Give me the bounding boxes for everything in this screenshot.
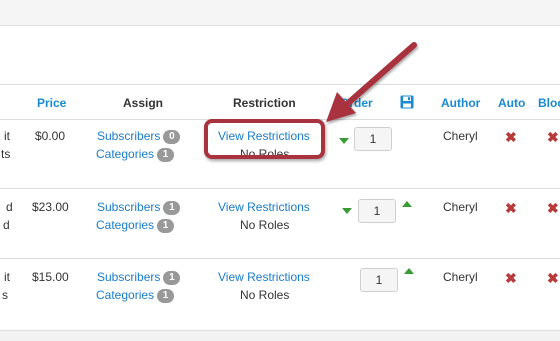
column-header-restriction: Restriction	[233, 96, 296, 110]
categories-link[interactable]: Categories	[96, 288, 154, 302]
x-icon[interactable]: ✖	[505, 130, 517, 144]
row-divider	[0, 258, 560, 259]
subscribers-count-badge: 0	[163, 130, 181, 144]
subscribers-count-badge: 1	[163, 201, 181, 215]
column-header-order[interactable]: Order	[340, 96, 373, 110]
author-value: Cheryl	[443, 270, 478, 284]
price-value: $23.00	[32, 200, 69, 214]
categories-count-badge: 1	[157, 289, 175, 303]
triangle-down-icon[interactable]	[339, 138, 349, 144]
order-input[interactable]: 1	[358, 199, 396, 223]
subscribers-assign[interactable]: Subscribers 1	[97, 200, 181, 215]
roles-value: No Roles	[240, 288, 290, 302]
x-icon[interactable]: ✖	[505, 201, 517, 215]
view-restrictions-link[interactable]: View Restrictions	[218, 200, 310, 214]
x-icon[interactable]: ✖	[547, 271, 559, 285]
annotation-highlight-box	[204, 119, 325, 159]
title-fragment: ts	[1, 147, 11, 161]
title-fragment: d	[6, 200, 13, 214]
roles-value: No Roles	[240, 218, 290, 232]
column-header-auto[interactable]: Auto	[498, 96, 525, 110]
x-icon[interactable]: ✖	[547, 201, 559, 215]
author-value: Cheryl	[443, 200, 478, 214]
categories-count-badge: 1	[157, 148, 175, 162]
column-header-price[interactable]: Price	[37, 96, 66, 110]
top-toolbar	[0, 0, 560, 26]
view-restrictions-link[interactable]: View Restrictions	[218, 270, 310, 284]
categories-assign[interactable]: Categories 1	[96, 218, 175, 233]
content-panel	[0, 26, 560, 331]
x-icon[interactable]: ✖	[547, 130, 559, 144]
subscribers-assign[interactable]: Subscribers 1	[97, 270, 181, 285]
triangle-down-icon[interactable]	[342, 208, 352, 214]
price-value: $0.00	[35, 129, 66, 143]
column-header-author[interactable]: Author	[441, 96, 480, 110]
price-value: $15.00	[32, 270, 69, 284]
categories-assign[interactable]: Categories 1	[96, 288, 175, 303]
subscribers-count-badge: 1	[163, 271, 181, 285]
triangle-up-icon[interactable]	[404, 268, 414, 274]
subscribers-assign[interactable]: Subscribers 0	[97, 129, 181, 144]
triangle-up-icon[interactable]	[402, 201, 412, 207]
categories-link[interactable]: Categories	[96, 218, 154, 232]
subscribers-link[interactable]: Subscribers	[97, 200, 160, 214]
categories-assign[interactable]: Categories 1	[96, 147, 175, 162]
subscribers-link[interactable]: Subscribers	[97, 270, 160, 284]
column-header-blocked[interactable]: Bloc	[538, 96, 560, 110]
save-order-icon[interactable]	[400, 95, 414, 112]
title-fragment: s	[2, 288, 8, 302]
title-fragment: it	[4, 129, 10, 143]
subscribers-link[interactable]: Subscribers	[97, 129, 160, 143]
title-fragment: d	[3, 218, 10, 232]
column-header-assign: Assign	[123, 96, 164, 110]
order-input[interactable]: 1	[360, 268, 398, 292]
row-divider	[0, 188, 560, 189]
categories-count-badge: 1	[157, 219, 175, 233]
categories-link[interactable]: Categories	[96, 147, 154, 161]
author-value: Cheryl	[443, 129, 478, 143]
x-icon[interactable]: ✖	[505, 271, 517, 285]
title-fragment: it	[4, 270, 10, 284]
order-input[interactable]: 1	[354, 127, 392, 151]
